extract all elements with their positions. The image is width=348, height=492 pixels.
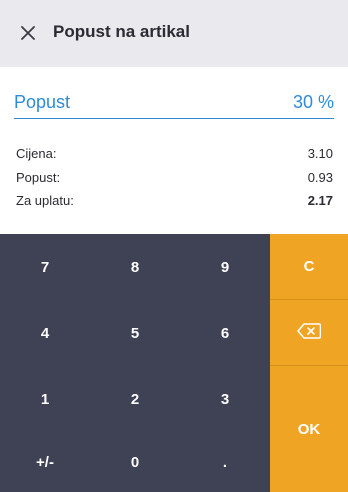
key-4[interactable]: 4 bbox=[0, 300, 90, 366]
key-plus-minus[interactable]: +/- bbox=[0, 432, 90, 492]
ok-button[interactable]: OK bbox=[270, 366, 348, 492]
key-2[interactable]: 2 bbox=[90, 366, 180, 432]
clear-button[interactable]: C bbox=[270, 234, 348, 300]
dialog-title: Popust na artikal bbox=[53, 22, 190, 41]
key-0[interactable]: 0 bbox=[90, 432, 180, 492]
key-9[interactable]: 9 bbox=[180, 234, 270, 300]
backspace-icon bbox=[297, 322, 322, 343]
total-label: Za uplatu: bbox=[16, 193, 74, 208]
dialog-header: Popust na artikal bbox=[0, 0, 348, 67]
key-decimal[interactable]: . bbox=[180, 432, 270, 492]
backspace-button[interactable] bbox=[270, 300, 348, 366]
discount-label: Popust bbox=[14, 92, 71, 112]
key-8[interactable]: 8 bbox=[90, 234, 180, 300]
discount-amount-label: Popust: bbox=[16, 169, 61, 185]
price-summary: Cijena: 3.10 Popust: 0.93 Za uplatu: 2.1… bbox=[16, 146, 333, 217]
key-7[interactable]: 7 bbox=[0, 234, 90, 300]
price-value: 3.10 bbox=[307, 146, 333, 161]
discount-field[interactable]: Popust 30 % bbox=[14, 92, 334, 119]
key-1[interactable]: 1 bbox=[0, 366, 90, 432]
summary-row-discount: Popust: 0.93 bbox=[16, 170, 333, 194]
key-3[interactable]: 3 bbox=[180, 366, 270, 432]
summary-row-price: Cijena: 3.10 bbox=[16, 146, 333, 170]
total-value: 2.17 bbox=[307, 193, 333, 208]
close-icon[interactable] bbox=[16, 21, 40, 45]
summary-row-total: Za uplatu: 2.17 bbox=[16, 193, 333, 217]
price-label: Cijena: bbox=[16, 146, 57, 161]
discount-value: 30 % bbox=[292, 92, 334, 112]
numeric-keypad: 7 8 9 C 4 5 6 1 2 3 OK +/- 0 . bbox=[0, 234, 348, 492]
key-5[interactable]: 5 bbox=[90, 300, 180, 366]
discount-amount-value: 0.93 bbox=[307, 169, 333, 185]
key-6[interactable]: 6 bbox=[180, 300, 270, 366]
